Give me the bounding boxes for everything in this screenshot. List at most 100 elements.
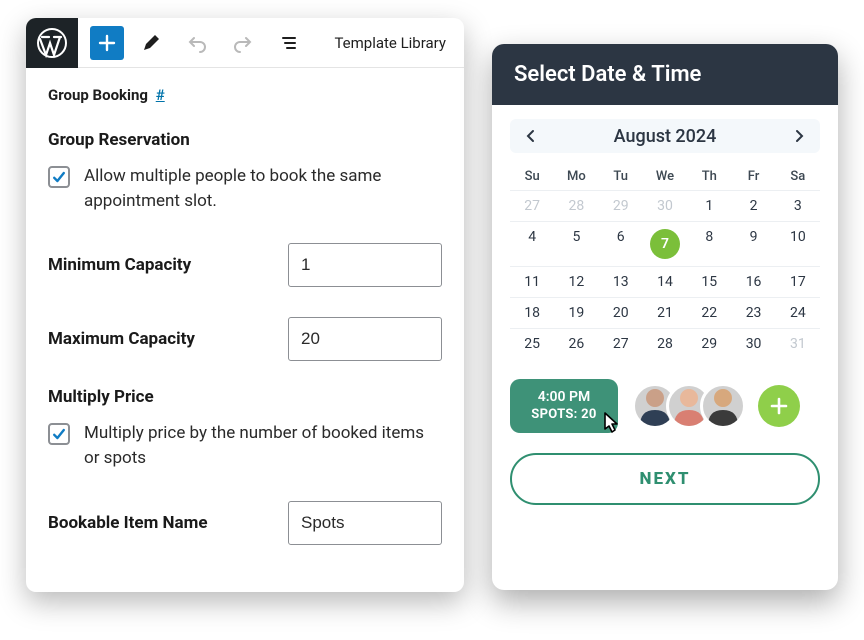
calendar-day[interactable]: 29 [687,328,731,359]
list-icon [279,33,299,53]
calendar-week: 27282930123 [510,190,820,221]
next-month-button[interactable] [788,125,810,147]
calendar-day[interactable]: 18 [510,297,554,328]
next-button[interactable]: NEXT [510,453,820,505]
multiply-price-checkbox[interactable] [48,423,70,445]
person-icon [708,386,738,426]
avatar [700,383,746,429]
pencil-icon [141,33,161,53]
calendar-week: 25262728293031 [510,328,820,359]
calendar-day[interactable]: 5 [554,221,598,266]
calendar-week: 11121314151617 [510,266,820,297]
timeslot-time: 4:00 PM [524,389,604,407]
weekday-label: Th [687,163,731,190]
calendar-day[interactable]: 10 [776,221,820,266]
calendar-day[interactable]: 30 [731,328,775,359]
weekday-header: SuMoTuWeThFrSa [510,163,820,190]
weekday-label: Tu [599,163,643,190]
multiply-price-label: Multiply price by the number of booked i… [84,421,442,470]
calendar-day[interactable]: 24 [776,297,820,328]
calendar-day[interactable]: 27 [510,190,554,221]
prev-month-button[interactable] [520,125,542,147]
wordpress-icon [36,27,68,59]
redo-button[interactable] [224,24,262,62]
template-library-link[interactable]: Template Library [334,34,446,52]
calendar-day[interactable]: 15 [687,266,731,297]
calendar-day[interactable]: 19 [554,297,598,328]
calendar-day[interactable]: 4 [510,221,554,266]
calendar-day[interactable]: 3 [776,190,820,221]
calendar-day[interactable]: 2 [731,190,775,221]
calendar-day[interactable]: 1 [687,190,731,221]
calendar-day[interactable]: 28 [643,328,687,359]
bookable-item-input[interactable] [288,501,442,545]
max-capacity-label: Maximum Capacity [48,329,195,349]
calendar-day[interactable]: 8 [687,221,731,266]
check-icon [51,426,67,442]
editor-toolbar: Template Library [26,18,464,68]
undo-button[interactable] [178,24,216,62]
calendar-day[interactable]: 23 [731,297,775,328]
outline-button[interactable] [270,24,308,62]
timeslot-spots: SPOTS: 20 [524,407,604,423]
weekday-label: We [643,163,687,190]
month-label: August 2024 [614,126,717,147]
add-attendee-button[interactable] [758,385,800,427]
weekday-label: Su [510,163,554,190]
breadcrumb: Group Booking # [48,86,442,104]
multiply-price-title: Multiply Price [48,387,442,407]
date-time-picker: Select Date & Time August 2024 SuMoTuWeT… [492,44,838,590]
min-capacity-input[interactable] [288,243,442,287]
redo-icon [233,33,253,53]
calendar-day[interactable]: 13 [599,266,643,297]
breadcrumb-label: Group Booking [48,86,148,104]
breadcrumb-hash-link[interactable]: # [156,86,165,104]
wordpress-logo[interactable] [26,18,78,68]
calendar-day[interactable]: 9 [731,221,775,266]
calendar-day[interactable]: 12 [554,266,598,297]
chevron-right-icon [792,129,806,143]
month-navigator: August 2024 [510,119,820,153]
calendar-week: 18192021222324 [510,297,820,328]
allow-multiple-label: Allow multiple people to book the same a… [84,164,442,213]
weekday-label: Mo [554,163,598,190]
check-icon [51,169,67,185]
edit-button[interactable] [132,24,170,62]
calendar-day[interactable]: 26 [554,328,598,359]
timeslot-row: 4:00 PM SPOTS: 20 [492,359,838,433]
plus-icon [769,396,789,416]
undo-icon [187,33,207,53]
chevron-left-icon [524,129,538,143]
editor-panel: Template Library Group Booking # Group R… [26,18,464,592]
weekday-label: Fr [731,163,775,190]
calendar-day[interactable]: 6 [599,221,643,266]
calendar-day[interactable]: 7 [643,221,687,266]
calendar-day[interactable]: 20 [599,297,643,328]
calendar-day[interactable]: 31 [776,328,820,359]
timeslot-chip[interactable]: 4:00 PM SPOTS: 20 [510,379,618,433]
allow-multiple-checkbox[interactable] [48,166,70,188]
max-capacity-input[interactable] [288,317,442,361]
calendar-day[interactable]: 22 [687,297,731,328]
calendar-day[interactable]: 17 [776,266,820,297]
add-block-button[interactable] [90,26,124,60]
calendar-day[interactable]: 30 [643,190,687,221]
calendar: August 2024 SuMoTuWeThFrSa 2728293012345… [492,105,838,359]
calendar-day[interactable]: 14 [643,266,687,297]
min-capacity-label: Minimum Capacity [48,255,191,275]
calendar-day[interactable]: 27 [599,328,643,359]
group-reservation-title: Group Reservation [48,130,442,150]
calendar-day[interactable]: 21 [643,297,687,328]
calendar-week: 45678910 [510,221,820,266]
calendar-day[interactable]: 11 [510,266,554,297]
calendar-day[interactable]: 29 [599,190,643,221]
weekday-label: Sa [776,163,820,190]
plus-icon [97,33,117,53]
attendee-avatars [632,383,746,429]
calendar-day[interactable]: 25 [510,328,554,359]
editor-content: Group Booking # Group Reservation Allow … [26,68,464,569]
picker-title: Select Date & Time [492,44,838,105]
calendar-day[interactable]: 28 [554,190,598,221]
bookable-item-label: Bookable Item Name [48,513,208,533]
calendar-day[interactable]: 16 [731,266,775,297]
